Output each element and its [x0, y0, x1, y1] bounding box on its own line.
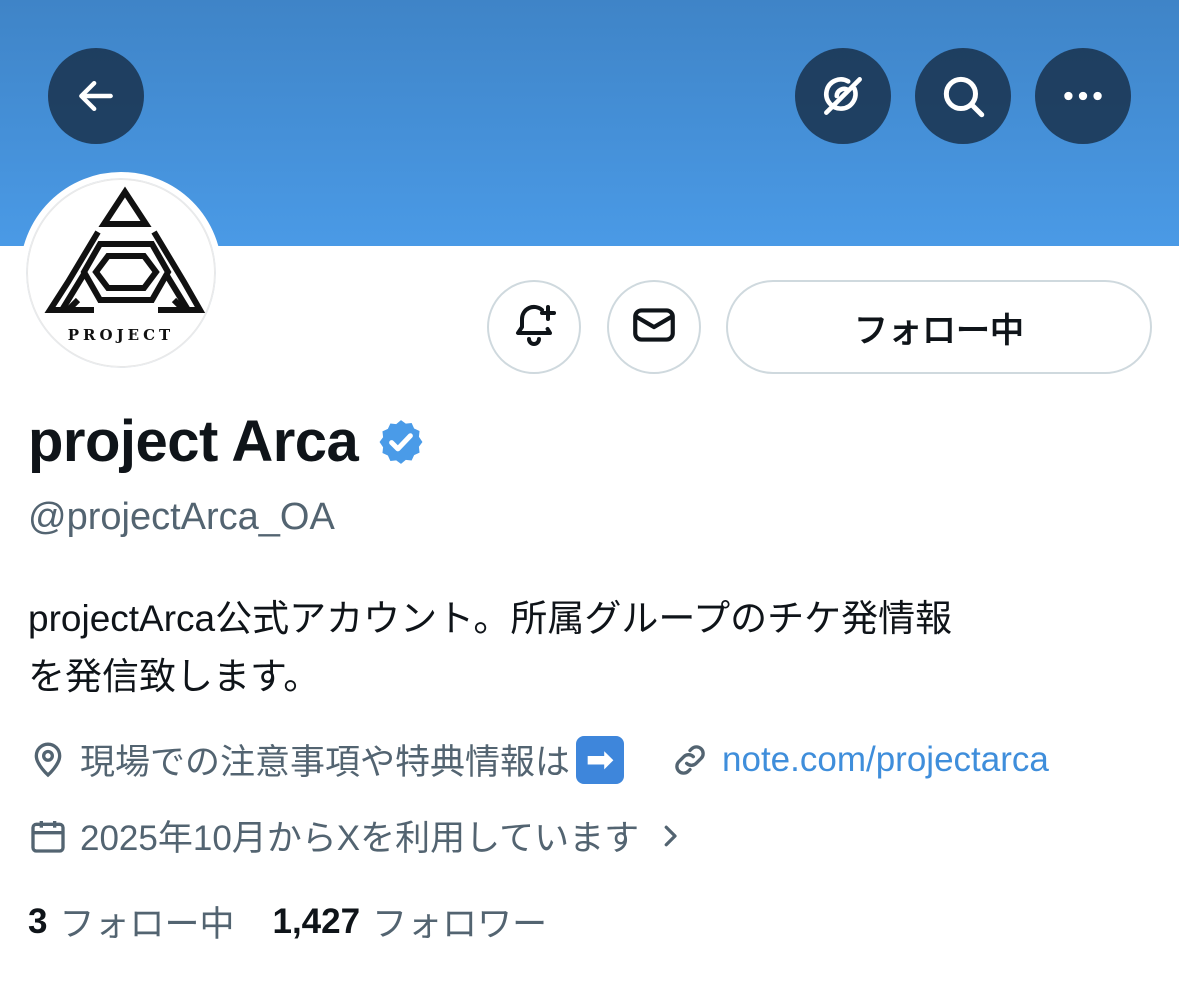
grok-icon: [818, 71, 868, 121]
user-handle: @projectArca_OA: [28, 496, 335, 538]
search-icon: [938, 71, 988, 121]
following-stat[interactable]: 3 フォロー中: [28, 896, 234, 947]
followers-stat[interactable]: 1,427 フォロワー: [272, 896, 547, 947]
grok-button[interactable]: [795, 48, 891, 144]
avatar[interactable]: PROJECT: [20, 172, 222, 374]
notify-button[interactable]: [487, 280, 581, 374]
link-icon: [670, 740, 710, 780]
joined-row[interactable]: 2025年10月からXを利用しています: [28, 810, 697, 861]
followers-label: フォロワー: [372, 905, 548, 944]
more-button[interactable]: [1035, 48, 1131, 144]
envelope-icon: [629, 300, 679, 355]
followers-count: 1,427: [272, 901, 361, 941]
bio-line: を発信致します。: [28, 656, 321, 697]
back-button[interactable]: [48, 48, 144, 144]
avatar-logo: PROJECT: [27, 179, 215, 367]
chevron-right-icon: [655, 821, 685, 851]
follow-stats: 3 フォロー中 1,427 フォロワー: [28, 896, 547, 947]
location-website-row: 現場での注意事項や特典情報は ➡ note.com/projectarca: [28, 734, 1049, 785]
more-horizontal-icon: [1058, 71, 1108, 121]
name-row: project Arca: [28, 408, 426, 475]
search-button[interactable]: [915, 48, 1011, 144]
bell-plus-icon: [510, 301, 558, 354]
verified-badge-icon[interactable]: [376, 417, 426, 472]
calendar-icon: [28, 816, 68, 856]
following-count: 3: [28, 901, 48, 941]
following-button[interactable]: フォロー中: [726, 280, 1152, 374]
avatar-logo-text: PROJECT: [67, 326, 175, 344]
following-label: フォロー中: [59, 905, 235, 944]
arrow-left-icon: [74, 74, 118, 118]
website-link[interactable]: note.com/projectarca: [722, 740, 1049, 780]
right-arrow-emoji: ➡: [576, 735, 625, 784]
display-name: project Arca: [28, 409, 359, 474]
bio-line: projectArca公式アカウント。所属グループのチケ発情報: [28, 598, 953, 639]
location-pin-icon: [28, 740, 68, 780]
joined-text: 2025年10月からXを利用しています: [80, 819, 640, 858]
profile-page: PROJECT フォロー中 project Arca @projectArca_…: [0, 0, 1179, 993]
message-button[interactable]: [607, 280, 701, 374]
profile-bio: projectArca公式アカウント。所属グループのチケ発情報 を発信致します。: [28, 590, 1148, 706]
location-text: 現場での注意事項や特典情報は: [80, 743, 571, 782]
